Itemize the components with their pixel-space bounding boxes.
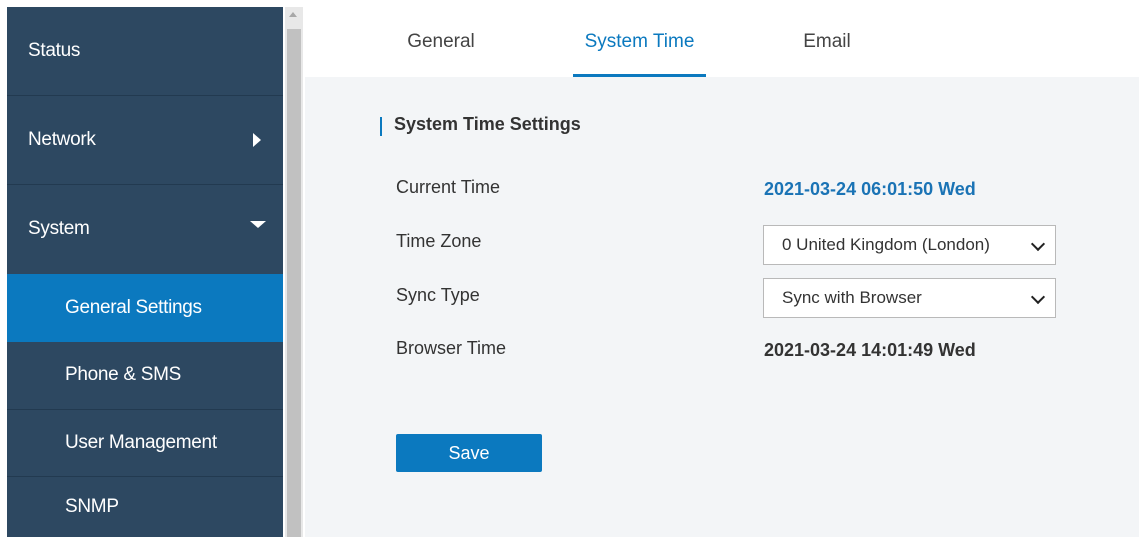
- active-tab-indicator: [573, 74, 706, 77]
- section-marker: [380, 117, 382, 136]
- time-zone-value: 0 United Kingdom (London): [782, 235, 990, 254]
- time-zone-label: Time Zone: [396, 231, 482, 251]
- chevron-down-icon: [1030, 289, 1046, 305]
- sync-type-value: Sync with Browser: [782, 288, 922, 307]
- tab-label: General: [407, 31, 475, 52]
- sidebar: Status Network System General Settings P…: [7, 7, 283, 537]
- sidebar-item-label: Status: [28, 40, 81, 61]
- chevron-down-icon: [1030, 236, 1046, 252]
- sidebar-item-label: Network: [28, 129, 96, 150]
- tab-system-time[interactable]: System Time: [573, 7, 706, 77]
- sync-type-label: Sync Type: [396, 285, 480, 305]
- sidebar-item-status[interactable]: Status: [7, 7, 283, 95]
- current-time-value: 2021-03-24 06:01:50 Wed: [764, 179, 976, 199]
- tab-label: Email: [803, 31, 851, 52]
- sidebar-item-phone-sms[interactable]: Phone & SMS: [7, 342, 283, 408]
- sidebar-item-label: Phone & SMS: [65, 364, 182, 385]
- sidebar-item-user-management[interactable]: User Management: [7, 410, 283, 476]
- browser-time-label: Browser Time: [396, 338, 507, 358]
- sidebar-item-label: General Settings: [65, 297, 202, 318]
- chevron-down-icon: [250, 221, 266, 228]
- scrollbar-thumb[interactable]: [287, 29, 301, 537]
- scroll-up-icon[interactable]: [289, 12, 297, 17]
- tab-bar: General System Time Email: [305, 7, 1139, 77]
- sidebar-item-network[interactable]: Network: [7, 96, 283, 184]
- save-button[interactable]: Save: [396, 434, 542, 472]
- time-zone-select[interactable]: 0 United Kingdom (London): [763, 225, 1056, 265]
- current-time-label: Current Time: [396, 177, 501, 197]
- tab-email[interactable]: Email: [775, 7, 879, 77]
- sidebar-item-snmp[interactable]: SNMP: [7, 477, 283, 537]
- sidebar-item-label: User Management: [65, 432, 217, 453]
- sidebar-item-system[interactable]: System: [7, 185, 283, 273]
- tab-label: System Time: [584, 31, 695, 52]
- browser-time-value: 2021-03-24 14:01:49 Wed: [764, 340, 976, 360]
- sync-type-select[interactable]: Sync with Browser: [763, 278, 1056, 318]
- sidebar-item-general-settings[interactable]: General Settings: [7, 274, 283, 342]
- sidebar-scrollbar[interactable]: [285, 7, 303, 537]
- sidebar-item-label: SNMP: [65, 496, 119, 517]
- section-title: System Time Settings: [394, 114, 581, 134]
- sidebar-item-label: System: [28, 218, 90, 239]
- tab-general[interactable]: General: [385, 7, 497, 77]
- chevron-right-icon: [253, 133, 261, 147]
